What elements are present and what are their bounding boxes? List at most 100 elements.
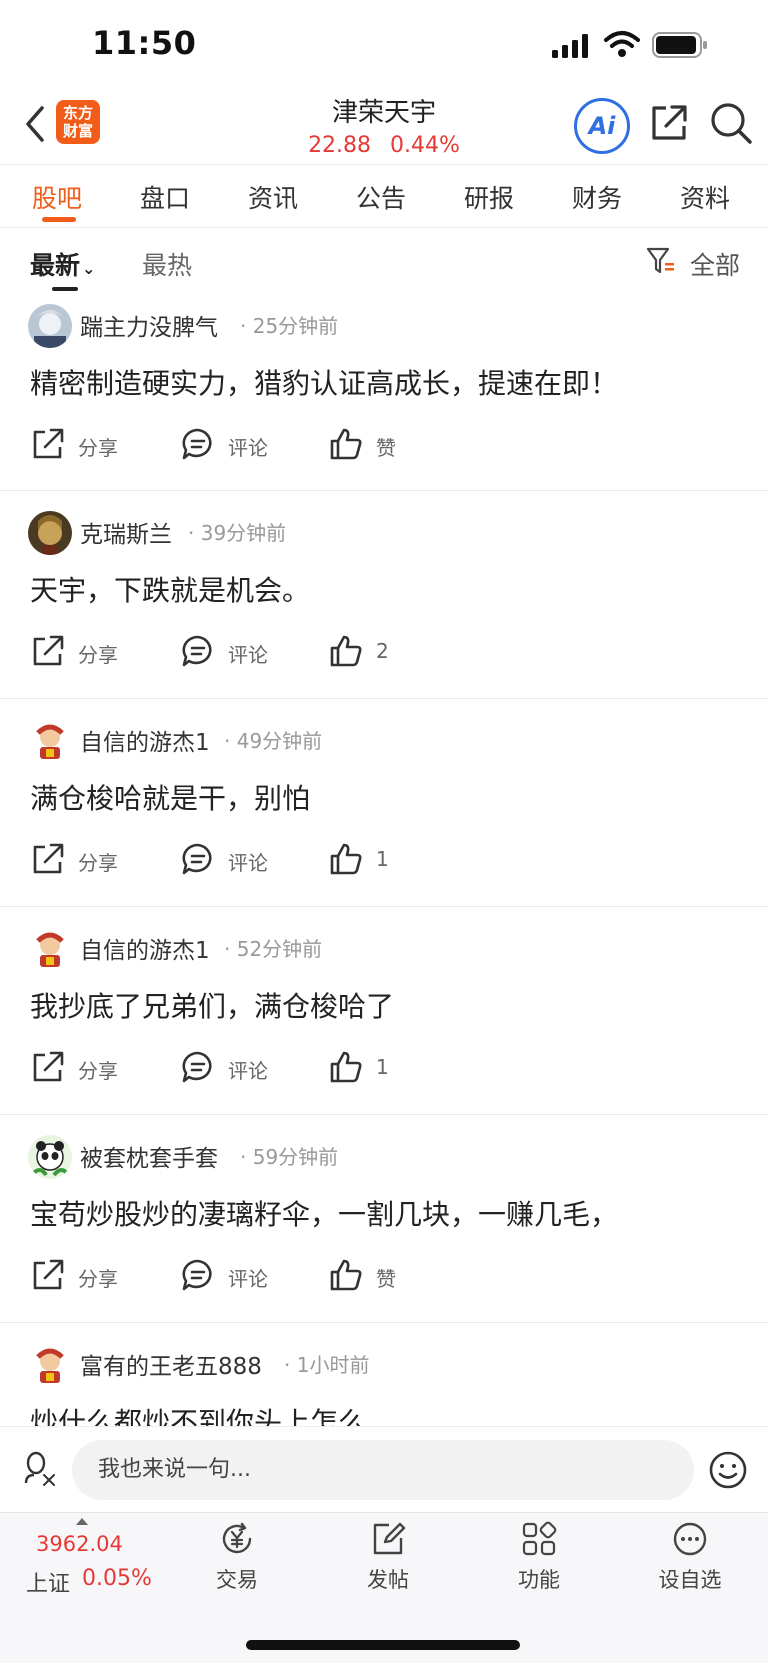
tab-guba[interactable]: 股吧 <box>32 179 82 215</box>
like-count: 赞 <box>376 1267 396 1291</box>
tab-active-indicator <box>42 217 76 222</box>
share-label: 分享 <box>78 1267 118 1291</box>
share-icon <box>33 428 64 459</box>
comment-label: 评论 <box>228 1267 268 1291</box>
post-content[interactable]: 宝苟炒股炒的凄璃籽伞，一割几块，一赚几毛， <box>30 1193 618 1233</box>
share-label: 分享 <box>78 436 118 460</box>
post-item[interactable]: 富有的王老五888 · 1小时前 炒什么都炒不到你头上怎么 <box>0 1329 768 1426</box>
post-item[interactable]: 克瑞斯兰 · 39分钟前 天宇，下跌就是机会。 分享 评论 2 <box>0 497 768 699</box>
post-item[interactable]: 自信的游杰1 · 52分钟前 我抄底了兄弟们，满仓梭哈了 分享 评论 1 <box>0 913 768 1115</box>
username[interactable]: 富有的王老五888 <box>80 1347 262 1381</box>
tab-profile[interactable]: 资料 <box>680 179 730 215</box>
post-time: · 59分钟前 <box>240 1145 339 1169</box>
share-icon <box>33 1051 64 1082</box>
post-icon <box>373 1522 406 1555</box>
chevron-down-icon: ⌄ <box>82 259 96 278</box>
tab-research[interactable]: 研报 <box>464 179 514 215</box>
avatar[interactable] <box>28 1135 72 1179</box>
nav-post-label: 发帖 <box>367 1568 409 1592</box>
share-icon[interactable] <box>648 102 690 144</box>
trade-icon <box>222 1522 252 1554</box>
post-time-text: 59分钟前 <box>252 1145 339 1169</box>
filter-icon[interactable] <box>646 246 676 276</box>
comment-label: 评论 <box>228 1059 268 1083</box>
share-label: 分享 <box>78 851 118 875</box>
username[interactable]: 自信的游杰1 <box>80 723 210 757</box>
battery-icon <box>652 32 707 58</box>
index-value[interactable]: 3962.04 <box>36 1532 123 1556</box>
post-time-text: 1小时前 <box>296 1353 370 1377</box>
post-content[interactable]: 满仓梭哈就是干，别怕 <box>30 777 310 817</box>
index-change-pct[interactable]: 0.05% <box>82 1566 152 1591</box>
filter-latest[interactable]: 最新 ⌄ <box>30 246 95 282</box>
share-icon <box>33 1259 64 1290</box>
filter-hot[interactable]: 最热 <box>142 246 192 282</box>
stock-price: 22.88 <box>308 133 372 158</box>
post-content[interactable]: 精密制造硬实力，猎豹认证高成长，提速在即！ <box>30 362 618 402</box>
share-icon <box>33 843 64 874</box>
comment-icon <box>182 1259 212 1291</box>
tab-news[interactable]: 资讯 <box>248 179 298 215</box>
thumbs-up-icon <box>330 1051 362 1083</box>
more-icon <box>673 1522 707 1556</box>
nav-trade[interactable]: 交易 <box>192 1520 282 1594</box>
comment-icon <box>182 428 212 460</box>
comment-icon <box>182 1051 212 1083</box>
post-time: · 49分钟前 <box>224 729 323 753</box>
avatar[interactable] <box>28 304 72 348</box>
like-count: 1 <box>376 1055 389 1079</box>
post-item[interactable]: 自信的游杰1 · 49分钟前 满仓梭哈就是干，别怕 分享 评论 1 <box>0 705 768 907</box>
status-time: 11:50 <box>92 24 197 62</box>
like-count: 2 <box>376 639 389 663</box>
thumbs-up-icon <box>330 428 362 460</box>
username[interactable]: 踹主力没脾气 <box>80 308 218 342</box>
username[interactable]: 克瑞斯兰 <box>80 515 172 549</box>
avatar[interactable] <box>28 1343 72 1387</box>
index-name[interactable]: 上证 <box>26 1566 70 1598</box>
share-icon <box>33 635 64 666</box>
filter-all[interactable]: 全部 <box>690 246 740 282</box>
like-count: 赞 <box>376 436 396 460</box>
like-count: 1 <box>376 847 389 871</box>
comment-icon <box>182 843 212 875</box>
post-item[interactable]: 踹主力没脾气 · 25分钟前 精密制造硬实力，猎豹认证高成长，提速在即！ 分享 … <box>0 290 768 491</box>
share-label: 分享 <box>78 1059 118 1083</box>
comment-icon <box>182 635 212 667</box>
wifi-icon <box>604 31 640 57</box>
share-label: 分享 <box>78 643 118 667</box>
username[interactable]: 自信的游杰1 <box>80 931 210 965</box>
post-content[interactable]: 炒什么都炒不到你头上怎么 <box>30 1401 366 1426</box>
avatar[interactable] <box>28 719 72 763</box>
tab-pankou[interactable]: 盘口 <box>140 179 190 215</box>
tab-announcements[interactable]: 公告 <box>356 179 406 215</box>
ai-button[interactable]: Ai <box>574 98 630 154</box>
avatar[interactable] <box>28 927 72 971</box>
post-time: · 1小时前 <box>284 1353 370 1377</box>
nav-functions[interactable]: 功能 <box>494 1520 584 1594</box>
comment-input[interactable]: 我也来说一句... <box>72 1440 694 1500</box>
post-time-text: 49分钟前 <box>236 729 323 753</box>
stock-change-pct: 0.44% <box>390 133 460 158</box>
avatar[interactable] <box>28 511 72 555</box>
post-content[interactable]: 我抄底了兄弟们，满仓梭哈了 <box>30 985 394 1025</box>
comment-label: 评论 <box>228 643 268 667</box>
apps-icon <box>522 1521 557 1556</box>
post-content[interactable]: 天宇，下跌就是机会。 <box>30 569 310 609</box>
tab-bar: 股吧 盘口 资讯 公告 研报 财务 资料 <box>0 164 768 228</box>
search-icon[interactable] <box>708 100 754 146</box>
nav-add-watchlist-label: 设自选 <box>658 1568 722 1592</box>
post-time: · 52分钟前 <box>224 937 323 961</box>
nav-post[interactable]: 发帖 <box>343 1520 433 1594</box>
nav-add-watchlist[interactable]: 设自选 <box>645 1520 735 1594</box>
cellular-signal-icon <box>552 34 588 58</box>
username[interactable]: 被套枕套手套 <box>80 1139 218 1173</box>
post-item[interactable]: 被套枕套手套 · 59分钟前 宝苟炒股炒的凄璃籽伞，一割几块，一赚几毛， 分享 … <box>0 1121 768 1323</box>
nav-functions-label: 功能 <box>518 1568 560 1592</box>
voice-input-icon[interactable] <box>24 1451 58 1487</box>
emoji-icon[interactable] <box>708 1450 748 1490</box>
nav-trade-label: 交易 <box>216 1568 258 1592</box>
comment-label: 评论 <box>228 436 268 460</box>
filter-latest-label: 最新 <box>30 251 81 280</box>
home-indicator[interactable] <box>246 1640 520 1650</box>
tab-finance[interactable]: 财务 <box>572 179 622 215</box>
